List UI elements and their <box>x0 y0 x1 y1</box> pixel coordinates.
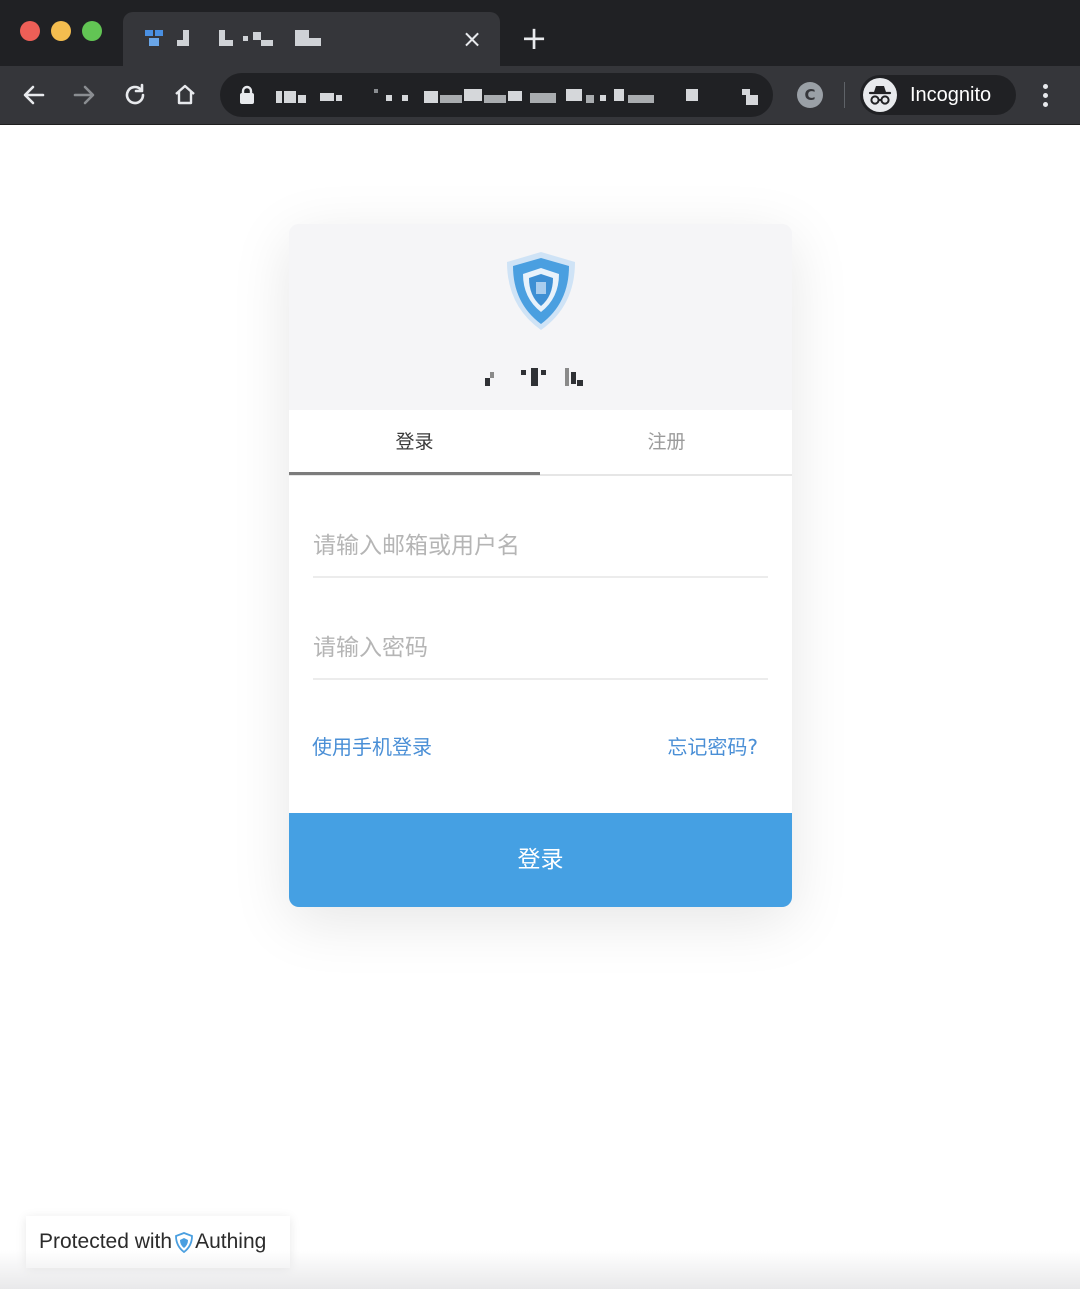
url-text-redacted <box>274 87 758 105</box>
login-card: 登录 注册 使用手机登录 忘记密码? 登录 <box>289 224 792 907</box>
tab-login[interactable]: 登录 <box>289 410 540 474</box>
browser-toolbar: C Incognito <box>0 66 1080 125</box>
window-zoom-button[interactable] <box>82 21 102 41</box>
active-tab-indicator <box>289 472 540 475</box>
toolbar-divider <box>844 82 845 108</box>
phone-login-link[interactable]: 使用手机登录 <box>312 734 432 760</box>
back-arrow-icon[interactable] <box>17 78 51 112</box>
forward-arrow-icon[interactable] <box>67 78 101 112</box>
reload-icon[interactable] <box>118 78 152 112</box>
browser-menu-icon[interactable] <box>1034 80 1058 110</box>
incognito-label: Incognito <box>910 84 992 106</box>
incognito-spy-icon <box>863 78 897 112</box>
login-form: 使用手机登录 忘记密码? <box>289 476 792 813</box>
username-input[interactable] <box>313 518 768 574</box>
incognito-indicator[interactable]: Incognito <box>860 75 1016 115</box>
browser-tab-bar: × + <box>0 0 1080 66</box>
login-submit-button[interactable]: 登录 <box>289 813 792 907</box>
username-field-wrapper <box>313 518 768 578</box>
card-header <box>289 224 792 410</box>
tab-register[interactable]: 注册 <box>541 410 792 474</box>
browser-tab-active[interactable]: × <box>123 12 500 66</box>
tab-close-icon[interactable]: × <box>458 25 486 53</box>
password-input[interactable] <box>313 620 768 676</box>
shield-logo-icon <box>501 248 581 338</box>
lock-icon[interactable] <box>238 85 256 109</box>
new-tab-icon[interactable]: + <box>518 22 550 54</box>
auth-tabs: 登录 注册 <box>289 410 792 476</box>
page-bottom-shadow <box>0 1250 1080 1289</box>
brand-name-redacted <box>483 368 598 388</box>
window-minimize-button[interactable] <box>51 21 71 41</box>
extension-c-icon[interactable]: C <box>797 82 823 108</box>
forgot-password-link[interactable]: 忘记密码? <box>667 734 758 760</box>
home-icon[interactable] <box>168 78 202 112</box>
password-field-wrapper <box>313 620 768 680</box>
window-close-button[interactable] <box>20 21 40 41</box>
address-bar[interactable] <box>220 73 773 117</box>
